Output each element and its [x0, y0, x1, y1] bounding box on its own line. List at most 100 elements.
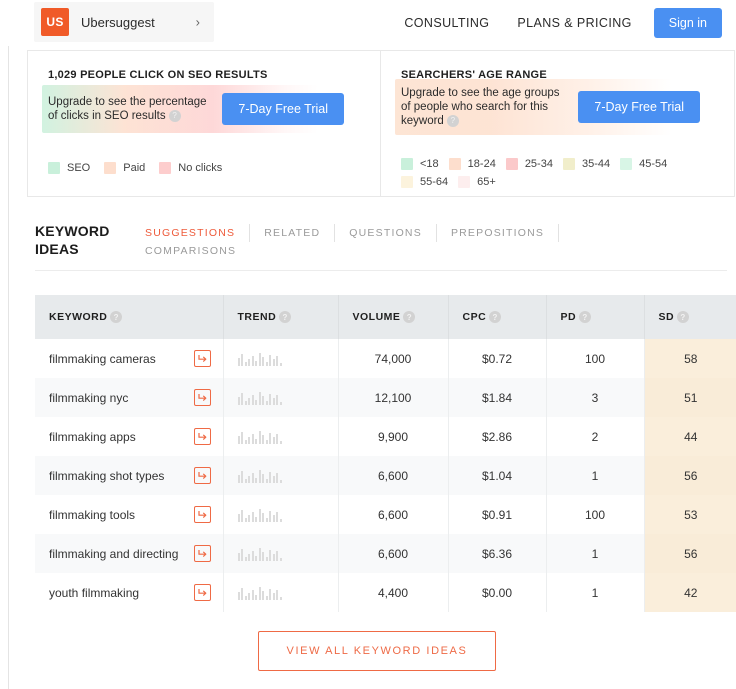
- cell-keyword: youth filmmaking: [35, 573, 224, 612]
- view-all-keyword-ideas-button[interactable]: VIEW ALL KEYWORD IDEAS: [257, 631, 497, 671]
- legend-row-2: 55-64 65+: [401, 176, 731, 188]
- legend-label-seo: SEO: [67, 162, 91, 174]
- column-header-keyword-label: KEYWORD: [49, 311, 108, 323]
- cell-cpc: $0.00: [448, 573, 547, 612]
- keyword-cell-content: filmmaking shot types: [49, 467, 223, 484]
- cell-keyword: filmmaking nyc: [35, 378, 224, 417]
- sign-in-button[interactable]: Sign in: [653, 8, 722, 38]
- legend-item: 18-24: [448, 158, 496, 170]
- cell-pd: 1: [546, 534, 645, 573]
- column-header-pd[interactable]: PD?: [546, 295, 645, 339]
- cell-pd: 2: [546, 417, 645, 456]
- cell-volume: 6,600: [338, 534, 449, 573]
- tab-questions[interactable]: QUESTIONS: [335, 224, 437, 242]
- seo-clicks-free-trial-button[interactable]: 7-Day Free Trial: [222, 93, 344, 125]
- cell-keyword: filmmaking apps: [35, 417, 224, 456]
- cell-sd: 51: [644, 378, 736, 417]
- legend-swatch-55-64: [401, 176, 413, 188]
- column-header-volume-label: VOLUME: [352, 311, 401, 323]
- legend-swatch-under-18: [401, 158, 413, 170]
- cell-sd: 53: [644, 495, 736, 534]
- open-keyword-arrow-icon[interactable]: [193, 584, 211, 601]
- keyword-ideas-header: KEYWORD IDEAS SUGGESTIONS RELATED QUESTI…: [27, 222, 727, 274]
- tab-suggestions[interactable]: SUGGESTIONS: [145, 224, 251, 242]
- table-row: filmmaking shot types 6,600 $1.04 1 56: [35, 456, 736, 495]
- nav-link-plans-pricing[interactable]: PLANS & PRICING: [503, 16, 645, 30]
- column-header-pd-label: PD: [560, 311, 577, 323]
- legend-label-25-34: 25-34: [524, 158, 553, 170]
- cell-volume: 4,400: [338, 573, 449, 612]
- keyword-ideas-title: KEYWORD IDEAS: [35, 222, 110, 258]
- open-keyword-arrow-icon[interactable]: [193, 428, 211, 445]
- cell-sd: 44: [644, 417, 736, 456]
- cell-cpc: $2.86: [448, 417, 547, 456]
- seo-clicks-upgrade-band: Upgrade to see the percentage of clicks …: [42, 85, 362, 133]
- question-mark-icon[interactable]: ?: [446, 114, 459, 127]
- cell-volume: 6,600: [338, 456, 449, 495]
- seo-clicks-upgrade-text: Upgrade to see the percentage of clicks …: [48, 95, 208, 123]
- keyword-cell-content: filmmaking cameras: [49, 350, 223, 367]
- age-range-upgrade-band: Upgrade to see the age groups of people …: [395, 79, 716, 135]
- column-header-keyword[interactable]: KEYWORD?: [35, 295, 224, 339]
- cell-cpc: $6.36: [448, 534, 547, 573]
- legend-item: SEO: [48, 162, 90, 174]
- brand-selector[interactable]: US Ubersuggest ›: [34, 2, 214, 42]
- legend-swatch-45-54: [620, 158, 633, 170]
- cell-sd: 58: [644, 339, 736, 378]
- table-header-row: KEYWORD? TREND? VOLUME? CPC? PD? SD?: [35, 295, 736, 339]
- legend-item: Paid: [104, 162, 145, 174]
- legend-label-18-24: 18-24: [467, 158, 496, 170]
- tab-comparisons[interactable]: COMPARISONS: [145, 242, 250, 260]
- question-mark-icon[interactable]: ?: [677, 311, 690, 323]
- cell-keyword: filmmaking tools: [35, 495, 224, 534]
- chevron-right-icon[interactable]: ›: [196, 16, 200, 29]
- table-row: filmmaking nyc 12,100 $1.84 3 51: [35, 378, 736, 417]
- keyword-cell-content: filmmaking and directing: [49, 545, 223, 562]
- keyword-text: filmmaking tools: [49, 507, 136, 522]
- cell-volume: 74,000: [338, 339, 449, 378]
- tab-prepositions[interactable]: PREPOSITIONS: [437, 224, 560, 242]
- question-mark-icon[interactable]: ?: [168, 109, 181, 122]
- age-range-upgrade-text: Upgrade to see the age groups of people …: [401, 86, 561, 128]
- sparkline-icon: [237, 469, 338, 483]
- column-header-cpc[interactable]: CPC?: [448, 295, 547, 339]
- question-mark-icon[interactable]: ?: [110, 311, 123, 323]
- keyword-ideas-title-line1: KEYWORD: [35, 223, 110, 239]
- open-keyword-arrow-icon[interactable]: [193, 467, 211, 484]
- cell-cpc: $1.04: [448, 456, 547, 495]
- cell-trend: [223, 573, 339, 612]
- cell-pd: 1: [546, 456, 645, 495]
- sparkline-icon: [237, 586, 338, 600]
- table-row: filmmaking cameras 74,000 $0.72 100 58: [35, 339, 736, 378]
- question-mark-icon[interactable]: ?: [579, 311, 592, 323]
- nav-link-consulting[interactable]: CONSULTING: [390, 16, 503, 30]
- open-keyword-arrow-icon[interactable]: [193, 389, 211, 406]
- table-row: youth filmmaking 4,400 $0.00 1 42: [35, 573, 736, 612]
- cell-sd: 56: [644, 534, 736, 573]
- question-mark-icon[interactable]: ?: [279, 311, 292, 323]
- keyword-text: filmmaking apps: [49, 429, 136, 444]
- keyword-text: youth filmmaking: [49, 585, 140, 600]
- column-header-sd[interactable]: SD?: [644, 295, 736, 339]
- column-header-sd-label: SD: [658, 311, 675, 323]
- open-keyword-arrow-icon[interactable]: [193, 506, 211, 523]
- question-mark-icon[interactable]: ?: [403, 311, 416, 323]
- cell-keyword: filmmaking cameras: [35, 339, 224, 378]
- searchers-age-range-card: SEARCHERS' AGE RANGE Upgrade to see the …: [381, 50, 735, 197]
- age-range-free-trial-button[interactable]: 7-Day Free Trial: [578, 91, 700, 123]
- cell-trend: [223, 339, 339, 378]
- open-keyword-arrow-icon[interactable]: [193, 545, 211, 562]
- column-header-trend[interactable]: TREND?: [223, 295, 339, 339]
- cell-sd: 56: [644, 456, 736, 495]
- keyword-text: filmmaking shot types: [49, 468, 165, 483]
- column-header-volume[interactable]: VOLUME?: [338, 295, 449, 339]
- tab-related[interactable]: RELATED: [250, 224, 336, 242]
- stat-cards-row: 1,029 PEOPLE CLICK ON SEO RESULTS Upgrad…: [27, 50, 735, 197]
- cell-pd: 100: [546, 339, 645, 378]
- top-navigation-bar: US Ubersuggest › CONSULTING PLANS & PRIC…: [0, 0, 736, 46]
- sparkline-icon: [237, 547, 338, 561]
- question-mark-icon[interactable]: ?: [489, 311, 502, 323]
- open-keyword-arrow-icon[interactable]: [193, 350, 211, 367]
- legend-label-under-18: <18: [420, 158, 439, 170]
- keyword-cell-content: filmmaking nyc: [49, 389, 223, 406]
